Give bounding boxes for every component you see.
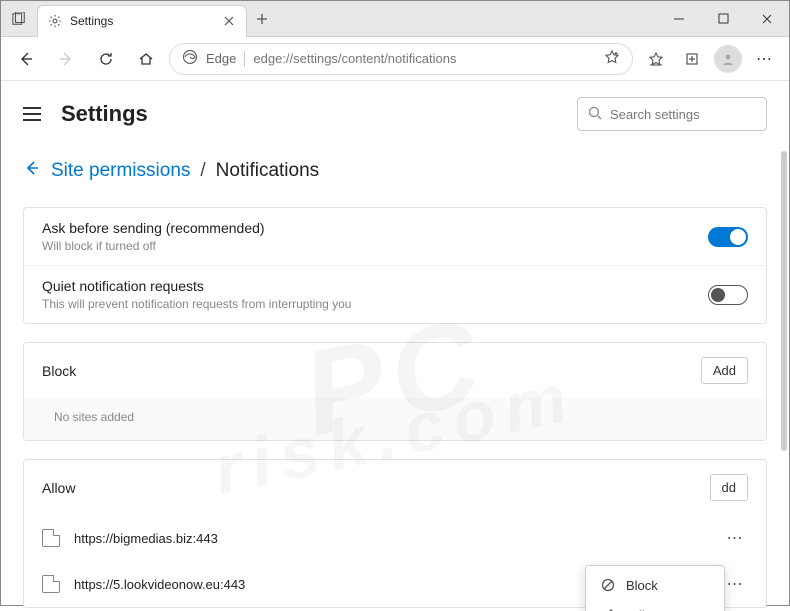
- edge-logo-icon: [182, 49, 198, 68]
- divider: [244, 51, 245, 67]
- tab-title: Settings: [70, 14, 214, 28]
- breadcrumb-back-icon[interactable]: [23, 159, 41, 183]
- scrollbar[interactable]: [781, 151, 787, 451]
- allow-add-button[interactable]: dd: [710, 474, 748, 501]
- menu-label: Block: [626, 578, 658, 593]
- block-empty: No sites added: [24, 398, 766, 440]
- site-more-button[interactable]: ⋯: [722, 571, 748, 597]
- page-icon: [42, 529, 60, 547]
- app-menu-icon[interactable]: ⋯: [747, 42, 781, 76]
- option-title: Quiet notification requests: [42, 278, 351, 294]
- nav-refresh[interactable]: [89, 42, 123, 76]
- edit-icon: [600, 607, 616, 611]
- option-title: Ask before sending (recommended): [42, 220, 265, 236]
- profile-avatar[interactable]: [711, 42, 745, 76]
- site-more-button[interactable]: ⋯: [722, 525, 748, 551]
- breadcrumb-parent[interactable]: Site permissions: [51, 160, 190, 182]
- window-minimize[interactable]: [657, 1, 701, 37]
- favorites-icon[interactable]: [639, 42, 673, 76]
- block-add-button[interactable]: Add: [701, 357, 748, 384]
- menu-block[interactable]: Block: [586, 570, 724, 600]
- close-tab-icon[interactable]: [222, 14, 236, 28]
- menu-label: Edit: [626, 608, 648, 611]
- window-close[interactable]: [745, 1, 789, 37]
- settings-content: PC risk.com Site permissions / Notificat…: [1, 143, 789, 611]
- search-settings-input[interactable]: Search settings: [577, 97, 767, 131]
- ask-toggle[interactable]: [708, 227, 748, 247]
- omnibox-url: edge://settings/content/notifications: [253, 51, 596, 66]
- option-subtitle: Will block if turned off: [42, 239, 265, 253]
- site-context-menu: Block Edit Remove: [585, 565, 725, 611]
- tab-actions-icon[interactable]: [1, 12, 37, 26]
- breadcrumb-sep: /: [200, 160, 205, 182]
- block-title: Block: [42, 363, 76, 379]
- allow-site-row: https://bigmedias.biz:443 ⋯: [24, 515, 766, 561]
- hamburger-menu[interactable]: [23, 102, 47, 126]
- quiet-toggle[interactable]: [708, 285, 748, 305]
- omnibox[interactable]: Edge edge://settings/content/notificatio…: [169, 43, 633, 75]
- collections-icon[interactable]: [675, 42, 709, 76]
- gear-icon: [48, 14, 62, 28]
- search-icon: [588, 106, 602, 123]
- nav-back[interactable]: [9, 42, 43, 76]
- page-title: Settings: [61, 101, 148, 127]
- breadcrumb: Site permissions / Notifications: [23, 159, 767, 183]
- ask-before-sending-row: Ask before sending (recommended) Will bl…: [24, 208, 766, 265]
- address-bar: Edge edge://settings/content/notificatio…: [1, 37, 789, 81]
- notification-options-card: Ask before sending (recommended) Will bl…: [23, 207, 767, 324]
- block-icon: [600, 577, 616, 593]
- option-subtitle: This will prevent notification requests …: [42, 297, 351, 311]
- favorite-star-icon[interactable]: [604, 49, 620, 68]
- quiet-requests-row: Quiet notification requests This will pr…: [24, 265, 766, 323]
- settings-header: Settings Search settings: [1, 81, 789, 143]
- page-icon: [42, 575, 60, 593]
- breadcrumb-current: Notifications: [216, 160, 320, 182]
- search-placeholder: Search settings: [610, 107, 700, 122]
- nav-home[interactable]: [129, 42, 163, 76]
- site-url: https://bigmedias.biz:443: [74, 531, 708, 546]
- block-section: Block Add No sites added: [23, 342, 767, 441]
- nav-forward: [49, 42, 83, 76]
- new-tab-button[interactable]: [247, 13, 277, 25]
- window-titlebar: Settings: [1, 1, 789, 37]
- window-maximize[interactable]: [701, 1, 745, 37]
- allow-title: Allow: [42, 480, 75, 496]
- browser-tab[interactable]: Settings: [37, 5, 247, 37]
- omnibox-badge: Edge: [206, 51, 236, 66]
